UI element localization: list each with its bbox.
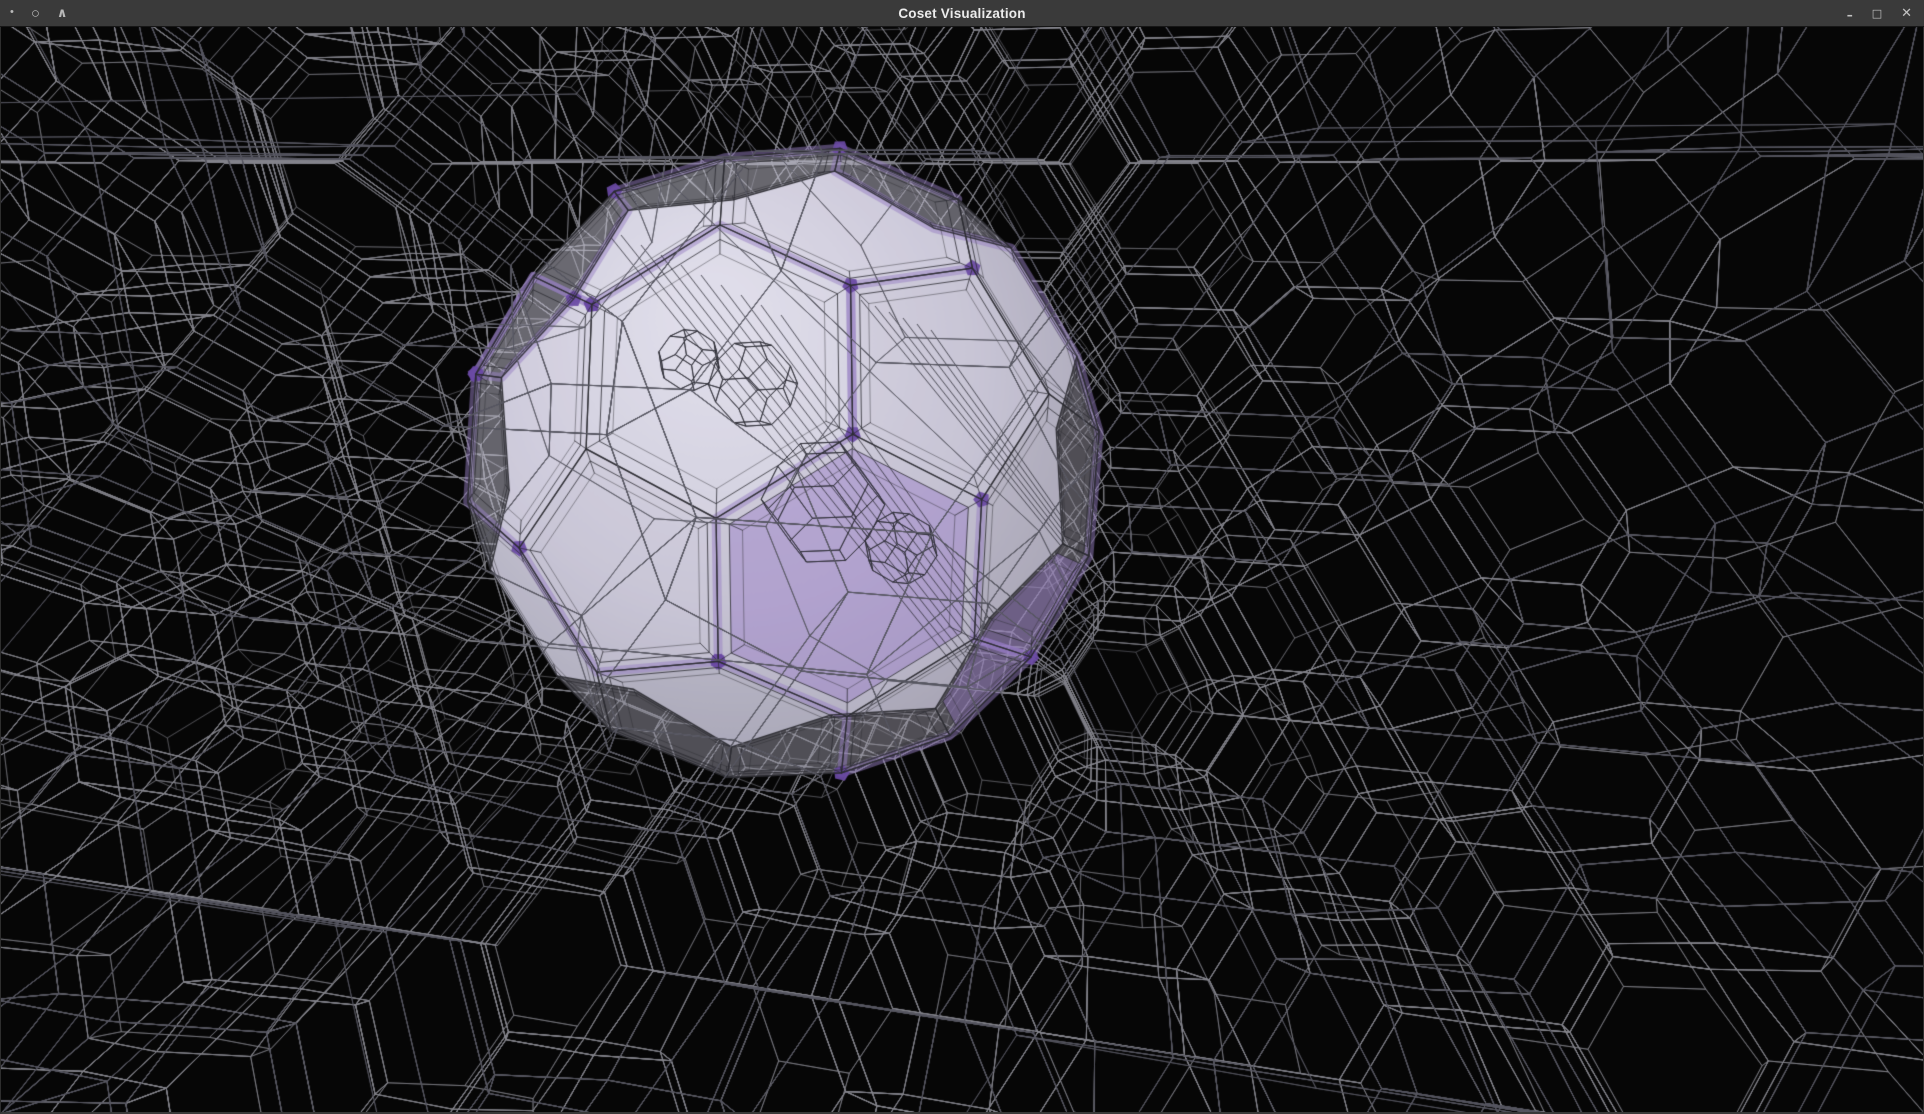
close-button[interactable]: ✕: [1901, 5, 1912, 21]
scene-canvas[interactable]: [1, 27, 1923, 1112]
viewport: [0, 27, 1924, 1114]
maximize-button[interactable]: □: [1872, 5, 1882, 21]
close-icon: ✕: [1901, 7, 1912, 20]
app-window: • ○ ∧ Coset Visualization – □ ✕: [0, 0, 1924, 1114]
minimize-button[interactable]: –: [1847, 5, 1853, 21]
minimize-icon: –: [1847, 9, 1853, 21]
window-title: Coset Visualization: [0, 6, 1924, 21]
titlebar[interactable]: • ○ ∧ Coset Visualization – □ ✕: [0, 0, 1924, 27]
window-controls: – □ ✕: [1847, 0, 1912, 26]
maximize-icon: □: [1872, 8, 1882, 19]
